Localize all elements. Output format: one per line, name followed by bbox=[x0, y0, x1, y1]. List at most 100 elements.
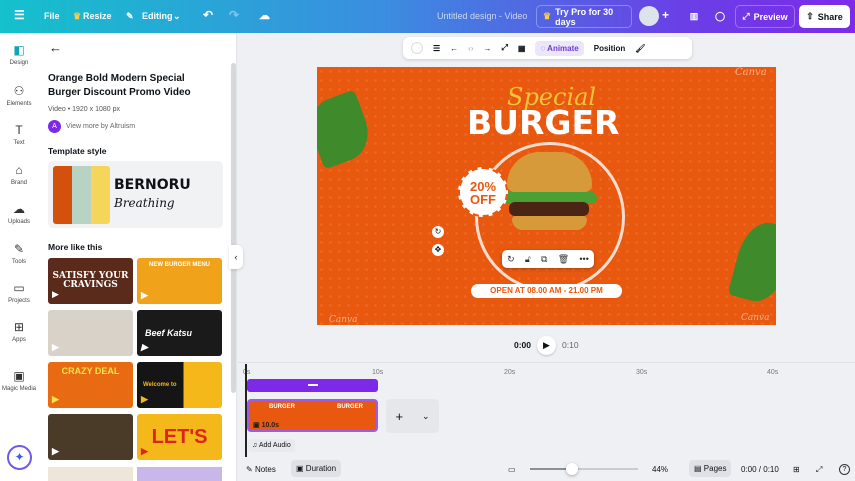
position-button[interactable]: Position bbox=[594, 44, 626, 53]
add-audio-button[interactable]: ♫ Add Audio bbox=[248, 439, 295, 452]
template-thumbnail[interactable]: ▶ bbox=[48, 414, 133, 460]
more-icon[interactable]: ••• bbox=[579, 254, 588, 264]
panel-scrollbar[interactable] bbox=[231, 63, 236, 393]
template-meta: Video • 1920 x 1080 px bbox=[48, 106, 120, 113]
transparency-icon[interactable]: ▦ bbox=[518, 44, 526, 53]
color-button[interactable] bbox=[411, 42, 423, 54]
template-title: Orange Bold Modern Special Burger Discou… bbox=[48, 73, 191, 98]
chevron-down-icon[interactable]: ⌄ bbox=[173, 11, 181, 22]
rail-projects[interactable]: ▭ Projects bbox=[0, 281, 38, 304]
move-handle[interactable]: ✥ bbox=[432, 244, 444, 256]
design-panel: ← Orange Bold Modern Special Burger Disc… bbox=[38, 33, 237, 481]
animation-track[interactable] bbox=[247, 379, 378, 392]
rotate-icon[interactable]: ↻ bbox=[507, 254, 515, 265]
line-icon[interactable]: ⤢ bbox=[502, 43, 508, 53]
rail-label: Elements bbox=[6, 101, 32, 107]
insights-button[interactable]: ▥ bbox=[682, 5, 706, 28]
hours-banner[interactable]: OPEN AT 08.00 AM - 21.00 PM bbox=[471, 284, 622, 298]
notes-label: Notes bbox=[254, 465, 276, 474]
template-thumbnail[interactable]: NEW BURGER MENU ▶ bbox=[137, 258, 222, 304]
template-thumbnail[interactable] bbox=[48, 467, 133, 481]
border-style-icon[interactable]: ☰ bbox=[433, 44, 440, 53]
burger-headline[interactable]: BURGER bbox=[467, 103, 619, 142]
zoom-slider-thumb[interactable] bbox=[566, 463, 578, 475]
duration-label: Duration bbox=[305, 464, 337, 473]
undo-button[interactable]: ↶ bbox=[203, 8, 213, 22]
rail-uploads[interactable]: ☁ Uploads bbox=[0, 202, 38, 225]
thumb-text: Beef Katsu bbox=[145, 327, 193, 338]
redo-button[interactable]: ↷ bbox=[229, 8, 239, 22]
arrow-right-icon[interactable]: → bbox=[484, 44, 492, 53]
file-menu[interactable]: File bbox=[44, 11, 60, 21]
notes-icon: ✎ bbox=[246, 465, 253, 474]
help-icon[interactable]: ? bbox=[839, 464, 850, 475]
avatar[interactable] bbox=[639, 6, 659, 26]
crown-icon: ♛ bbox=[543, 11, 552, 21]
arrow-left-icon[interactable]: ← bbox=[450, 44, 458, 53]
rail-tools[interactable]: ✎ Tools bbox=[0, 242, 38, 265]
video-clip[interactable]: BURGER BURGER ▣ 10.0s bbox=[247, 399, 378, 432]
add-collaborator-button[interactable]: + bbox=[662, 8, 669, 22]
try-pro-button[interactable]: ♛ Try Pro for 30 days bbox=[536, 5, 632, 28]
notes-button[interactable]: ✎ Notes bbox=[246, 465, 276, 474]
collapse-panel-button[interactable]: ‹ bbox=[229, 245, 243, 269]
play-button[interactable]: ▶ bbox=[537, 336, 556, 355]
discount-badge[interactable]: 20% OFF bbox=[458, 167, 508, 217]
rotate-handle[interactable]: ↻ bbox=[432, 226, 444, 238]
apps-icon: ⊞ bbox=[13, 320, 25, 334]
preview-button[interactable]: ⤢ Preview bbox=[735, 5, 795, 28]
fullscreen-icon[interactable]: ⤢ bbox=[816, 465, 822, 475]
back-arrow-icon[interactable]: ← bbox=[49, 40, 62, 55]
plus-icon[interactable]: + bbox=[395, 409, 403, 424]
template-thumbnail[interactable]: Welcome to ▶ bbox=[137, 362, 222, 408]
rail-text[interactable]: T Text bbox=[0, 123, 38, 146]
side-rail: ◧ Design ⚇ Elements T Text ⌂ Brand ☁ Uploads … bbox=[0, 33, 38, 481]
color-swatch bbox=[91, 166, 110, 224]
template-style-card[interactable]: BERNORU Breathing bbox=[48, 161, 223, 228]
template-thumbnail[interactable] bbox=[137, 467, 222, 481]
zoom-slider[interactable] bbox=[530, 463, 638, 475]
duration-button[interactable]: ▣ Duration bbox=[291, 460, 342, 477]
paint-roller-icon[interactable]: 🖌 bbox=[635, 44, 645, 53]
timeline: 0s 10s 20s 30s 40s BURGER BURGER ▣ 10.0s… bbox=[238, 362, 855, 458]
zoom-level[interactable]: 44% bbox=[652, 465, 668, 474]
rail-magic-media[interactable]: ▣ Magic Media bbox=[0, 369, 38, 392]
pages-button[interactable]: ▤ Pages bbox=[689, 460, 732, 477]
template-thumbnail[interactable]: SATISFY YOUR CRAVINGS ▶ bbox=[48, 258, 133, 304]
pages-label: Pages bbox=[703, 464, 727, 473]
spinach-leaf bbox=[317, 89, 377, 170]
add-page-button[interactable]: + ⌄ bbox=[386, 399, 439, 433]
lock-icon[interactable]: 🔓︎ bbox=[525, 254, 531, 265]
author-link[interactable]: View more by Altruism bbox=[66, 123, 135, 130]
editing-mode-button[interactable]: Editing bbox=[142, 11, 173, 21]
template-thumbnail[interactable]: ▶ bbox=[48, 310, 133, 356]
template-style-heading: Template style bbox=[48, 146, 107, 156]
rail-label: Tools bbox=[11, 259, 26, 265]
duplicate-icon[interactable]: ⧉ bbox=[541, 254, 547, 265]
template-thumbnail[interactable]: LET'S ▶ bbox=[137, 414, 222, 460]
resize-button[interactable]: Resize bbox=[83, 11, 112, 21]
cloud-saved-icon[interactable]: ☁ bbox=[259, 9, 270, 22]
rail-apps[interactable]: ⊞ Apps bbox=[0, 320, 38, 343]
template-thumbnail[interactable]: Beef Katsu ▶ bbox=[137, 310, 222, 356]
grid-view-icon[interactable]: ⊞ bbox=[793, 465, 800, 474]
magic-assistant-button[interactable]: ✦ bbox=[7, 445, 32, 470]
rail-design[interactable]: ◧ Design bbox=[0, 43, 38, 66]
play-icon: ▶ bbox=[141, 342, 148, 352]
chevron-down-icon[interactable]: ⌄ bbox=[422, 411, 430, 422]
template-thumbnail[interactable]: CRAZY DEAL ▶ bbox=[48, 362, 133, 408]
rail-brand[interactable]: ⌂ Brand bbox=[0, 163, 38, 186]
code-icon[interactable]: ‹› bbox=[468, 44, 473, 53]
animate-button[interactable]: ◌ Animate bbox=[535, 40, 584, 56]
fit-icon[interactable]: ▭ bbox=[508, 465, 516, 474]
design-title[interactable]: Untitled design - Video bbox=[437, 11, 527, 21]
design-canvas[interactable]: Special BURGER 20% OFF ↻ 🔓︎ ⧉ 🗑︎ ••• ↻ ✥ OPEN… bbox=[317, 67, 776, 325]
tick-label: 30s bbox=[636, 369, 648, 376]
menu-icon[interactable]: ☰ bbox=[14, 8, 25, 22]
delete-icon[interactable]: 🗑︎ bbox=[558, 254, 569, 265]
comments-button[interactable]: ◯ bbox=[708, 5, 732, 28]
rail-elements[interactable]: ⚇ Elements bbox=[0, 84, 38, 107]
drag-handle[interactable] bbox=[307, 384, 318, 386]
top-bar: ☰ File ♛ Resize ✎ Editing ⌄ ↶ ↷ ☁ Untitl… bbox=[0, 0, 855, 33]
share-button[interactable]: ⇧ Share bbox=[799, 5, 850, 28]
